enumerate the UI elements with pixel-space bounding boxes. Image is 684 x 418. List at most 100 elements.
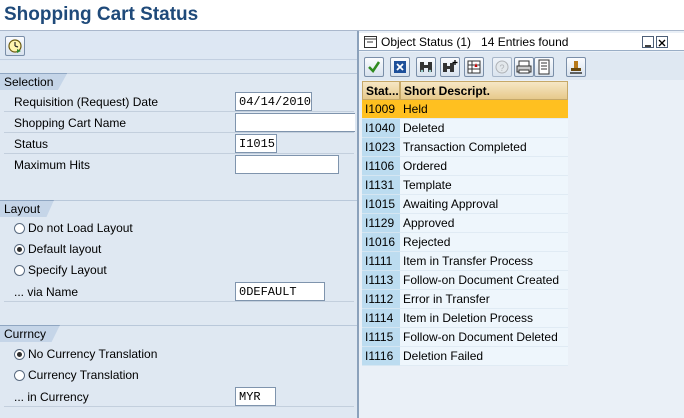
status-description-cell[interactable]: Item in Deletion Process: [400, 309, 568, 328]
table-row[interactable]: I1116 Deletion Failed: [362, 347, 568, 366]
popup-toolbar: ?: [359, 52, 684, 80]
table-row[interactable]: I1040 Deleted: [362, 119, 568, 138]
status-code-cell[interactable]: I1116: [362, 347, 400, 366]
window-icon: [364, 36, 377, 48]
table-row[interactable]: I1129 Approved: [362, 214, 568, 233]
radio-currency-translation[interactable]: [14, 370, 25, 381]
minimize-button[interactable]: [642, 36, 654, 48]
title-bar: Shopping Cart Status: [0, 0, 684, 31]
currency-group-header: Currncy: [0, 325, 357, 342]
status-description-cell[interactable]: Awaiting Approval: [400, 195, 568, 214]
table-row[interactable]: I1111 Item in Transfer Process: [362, 252, 568, 271]
settings-button[interactable]: [566, 57, 586, 77]
radio-no-currency-translation[interactable]: [14, 349, 25, 360]
status-code-cell[interactable]: I1114: [362, 309, 400, 328]
table-row[interactable]: I1114 Item in Deletion Process: [362, 309, 568, 328]
radio-default-layout[interactable]: [14, 244, 25, 255]
help-button[interactable]: ?: [492, 57, 512, 77]
requisition-date-label: Requisition (Request) Date: [14, 95, 159, 109]
layout-group-header: Layout: [0, 200, 357, 217]
cart-name-label: Shopping Cart Name: [14, 116, 127, 130]
status-description-cell[interactable]: Approved: [400, 214, 568, 233]
status-description-cell[interactable]: Transaction Completed: [400, 138, 568, 157]
object-status-popup: Object Status (1) 14 Entries found ? Sta…: [357, 31, 684, 418]
find-next-button[interactable]: [440, 57, 460, 77]
close-button[interactable]: [656, 36, 668, 48]
column-header-status[interactable]: Stat...: [362, 81, 400, 100]
checkmark-icon: [368, 61, 381, 73]
table-row[interactable]: I1131 Template: [362, 176, 568, 195]
status-code-cell[interactable]: I1009: [362, 100, 400, 119]
status-description-cell[interactable]: Rejected: [400, 233, 568, 252]
status-code-cell[interactable]: I1112: [362, 290, 400, 309]
table-row[interactable]: I1112 Error in Transfer: [362, 290, 568, 309]
status-description-cell[interactable]: Item in Transfer Process: [400, 252, 568, 271]
currency-group-title: Currncy: [0, 325, 61, 342]
status-code-cell[interactable]: I1016: [362, 233, 400, 252]
clock-execute-icon: [8, 39, 22, 53]
divider: [4, 132, 354, 133]
status-description-cell[interactable]: Ordered: [400, 157, 568, 176]
close-icon: [658, 39, 666, 47]
requisition-date-field[interactable]: 04/14/2010: [235, 92, 312, 111]
status-description-cell[interactable]: Deletion Failed: [400, 347, 568, 366]
via-name-label: ... via Name: [14, 285, 79, 299]
via-name-field[interactable]: 0DEFAULT: [235, 282, 325, 301]
table-row[interactable]: I1009 Held: [362, 100, 568, 119]
divider: [4, 111, 354, 112]
status-description-cell[interactable]: Template: [400, 176, 568, 195]
binoculars-icon: [420, 62, 432, 73]
status-description-cell[interactable]: Deleted: [400, 119, 568, 138]
table-row[interactable]: I1115 Follow-on Document Deleted: [362, 328, 568, 347]
status-description-cell[interactable]: Held: [400, 100, 568, 119]
in-currency-label: ... in Currency: [14, 390, 89, 404]
status-code-cell[interactable]: I1113: [362, 271, 400, 290]
status-code-cell[interactable]: I1129: [362, 214, 400, 233]
in-currency-field[interactable]: MYR: [235, 387, 276, 406]
confirm-button[interactable]: [364, 57, 384, 77]
table-row[interactable]: I1015 Awaiting Approval: [362, 195, 568, 214]
document-icon: [538, 59, 550, 75]
execute-button[interactable]: [5, 36, 25, 56]
grid-header: Stat... Short Descript.: [362, 81, 568, 100]
popup-title: Object Status (1) 14 Entries found: [381, 35, 569, 49]
table-row[interactable]: I1106 Ordered: [362, 157, 568, 176]
max-hits-label: Maximum Hits: [14, 158, 91, 172]
filter-button[interactable]: [464, 57, 484, 77]
print-icon: [516, 60, 532, 74]
print-button[interactable]: [514, 57, 534, 77]
status-description-cell[interactable]: Error in Transfer: [400, 290, 568, 309]
status-description-cell[interactable]: Follow-on Document Deleted: [400, 328, 568, 347]
divider: [4, 153, 354, 154]
cart-name-field[interactable]: [235, 113, 355, 132]
binoculars-plus-icon: [443, 60, 458, 72]
status-code-cell[interactable]: I1106: [362, 157, 400, 176]
divider: [4, 406, 354, 407]
radio-label: Do not Load Layout: [28, 221, 133, 235]
minimize-icon: [645, 45, 651, 47]
table-row[interactable]: I1023 Transaction Completed: [362, 138, 568, 157]
export-button[interactable]: [534, 57, 554, 77]
column-header-description[interactable]: Short Descript.: [400, 81, 568, 100]
find-button[interactable]: [416, 57, 436, 77]
status-code-cell[interactable]: I1111: [362, 252, 400, 271]
status-code-cell[interactable]: I1015: [362, 195, 400, 214]
status-field[interactable]: I1015: [235, 134, 277, 153]
radio-do-not-load-layout[interactable]: [14, 223, 25, 234]
status-description-cell[interactable]: Follow-on Document Created: [400, 271, 568, 290]
table-row[interactable]: I1016 Rejected: [362, 233, 568, 252]
status-code-cell[interactable]: I1023: [362, 138, 400, 157]
radio-label: Currency Translation: [28, 368, 139, 382]
selection-screen: Selection Requisition (Request) Date 04/…: [0, 61, 357, 418]
radio-specify-layout[interactable]: [14, 265, 25, 276]
radio-label: No Currency Translation: [28, 347, 158, 361]
help-icon: ?: [495, 60, 509, 74]
status-code-cell[interactable]: I1040: [362, 119, 400, 138]
table-row[interactable]: I1113 Follow-on Document Created: [362, 271, 568, 290]
page-title: Shopping Cart Status: [4, 4, 199, 25]
max-hits-field[interactable]: [235, 155, 339, 174]
status-code-cell[interactable]: I1131: [362, 176, 400, 195]
status-code-cell[interactable]: I1115: [362, 328, 400, 347]
cancel-button[interactable]: [390, 57, 410, 77]
divider: [4, 301, 354, 302]
